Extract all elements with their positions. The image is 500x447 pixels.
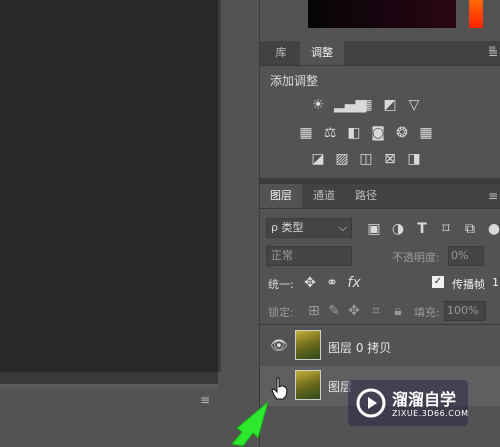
- panel-dock-strip: [221, 0, 259, 447]
- fill-label: 填充:: [414, 306, 440, 319]
- unify-position-icon[interactable]: ✥: [302, 276, 318, 290]
- green-arrow-icon: [231, 400, 269, 447]
- gradient-map-icon[interactable]: ⊠: [382, 152, 398, 166]
- lock-artboard-icon[interactable]: ⌗: [368, 304, 384, 318]
- tab-channels[interactable]: 通道: [304, 184, 344, 208]
- hue-saturation-icon[interactable]: ▦: [298, 126, 314, 140]
- propagate-label: 传播帧: [452, 278, 485, 291]
- filter-type-icon[interactable]: T: [414, 222, 430, 236]
- filter-toggle-icon[interactable]: ●: [486, 222, 500, 236]
- eye-icon[interactable]: 👁︎: [270, 338, 288, 354]
- fill-value: 100%: [447, 304, 479, 317]
- channel-mixer-icon[interactable]: ❂: [394, 126, 410, 140]
- watermark-url: ZIXUE.3D66.COM: [392, 409, 469, 418]
- lock-all-icon[interactable]: 🔒︎: [390, 304, 406, 318]
- document-canvas[interactable]: [0, 0, 218, 372]
- brightness-contrast-icon[interactable]: ☀: [310, 98, 326, 112]
- posterize-icon[interactable]: ▨: [334, 152, 350, 166]
- photo-filter-icon[interactable]: ◙: [370, 126, 386, 140]
- layers-menu-icon[interactable]: ≡: [488, 189, 498, 203]
- filter-adjustment-icon[interactable]: ◑: [390, 222, 406, 236]
- lock-label: 锁定:: [268, 306, 294, 319]
- search-icon: ρ: [271, 221, 278, 234]
- hue-slider[interactable]: [469, 0, 483, 28]
- layers-list-divider: [260, 324, 500, 325]
- watermark-brand: 溜溜自学: [392, 390, 457, 409]
- color-lookup-icon[interactable]: ▦: [418, 126, 434, 140]
- levels-icon[interactable]: ▂▄▆: [334, 98, 366, 112]
- layer-thumbnail: [295, 370, 321, 400]
- vibrance-icon[interactable]: ▽: [406, 98, 422, 112]
- layer-name[interactable]: 图层 0 拷贝: [328, 339, 391, 356]
- canvas-status-bar: [0, 372, 218, 384]
- selective-color-icon[interactable]: ◨: [406, 152, 422, 166]
- unify-label: 统一:: [268, 278, 294, 291]
- panel-menu-icon[interactable]: ≡: [200, 394, 214, 406]
- watermark: 溜溜自学 ZIXUE.3D66.COM: [348, 380, 468, 426]
- color-picker-field[interactable]: [308, 0, 456, 28]
- tab-library[interactable]: 库: [264, 41, 298, 65]
- lock-position-icon[interactable]: ✥: [346, 304, 362, 318]
- curves-icon[interactable]: ▦: [358, 98, 374, 112]
- invert-icon[interactable]: ◪: [310, 152, 326, 166]
- panel-scroll-icon[interactable]: ≡: [488, 44, 496, 55]
- adjustments-tabbar: 库 调整 ≡: [260, 41, 500, 66]
- play-logo-icon: [356, 388, 386, 418]
- filter-kind-label: 类型: [281, 221, 304, 234]
- layer-filter-select[interactable]: ρ 类型 ⌵: [266, 218, 352, 238]
- tab-paths[interactable]: 路径: [346, 184, 386, 208]
- fill-input[interactable]: 100%: [444, 301, 486, 321]
- layers-tabbar: 图层 通道 路径 ≡: [260, 184, 500, 209]
- lock-transparent-icon[interactable]: ⊞: [306, 304, 322, 318]
- filter-pixel-icon[interactable]: ▣: [366, 222, 382, 236]
- tab-adjustments[interactable]: 调整: [300, 41, 344, 65]
- opacity-value: 0%: [451, 249, 469, 262]
- propagate-value: 1: [492, 276, 499, 289]
- tab-layers[interactable]: 图层: [260, 184, 302, 208]
- opacity-label: 不透明度:: [392, 251, 440, 264]
- propagate-checkbox[interactable]: ✓: [432, 276, 444, 288]
- canvas-bottom-edge: [0, 384, 218, 388]
- layer-thumbnail: [295, 330, 321, 360]
- opacity-input[interactable]: 0%: [448, 246, 484, 266]
- filter-smart-object-icon[interactable]: ⧉: [462, 222, 478, 236]
- adjustments-title: 添加调整: [270, 74, 319, 88]
- chevron-down-icon: ⌵: [338, 221, 347, 234]
- unify-style-icon[interactable]: fx: [346, 276, 362, 290]
- unify-visibility-icon[interactable]: ⚭: [324, 276, 340, 290]
- exposure-icon[interactable]: ◩: [382, 98, 398, 112]
- threshold-icon[interactable]: ◫: [358, 152, 374, 166]
- filter-shape-icon[interactable]: ⌑: [438, 222, 454, 236]
- black-white-icon[interactable]: ◧: [346, 126, 362, 140]
- layer-row[interactable]: 👁︎ 图层 0 拷贝: [260, 326, 500, 366]
- blend-mode-select[interactable]: 正常: [266, 246, 352, 266]
- blend-mode-value: 正常: [271, 249, 293, 262]
- color-balance-icon[interactable]: ⚖: [322, 126, 338, 140]
- lock-paint-icon[interactable]: ✎: [326, 304, 342, 318]
